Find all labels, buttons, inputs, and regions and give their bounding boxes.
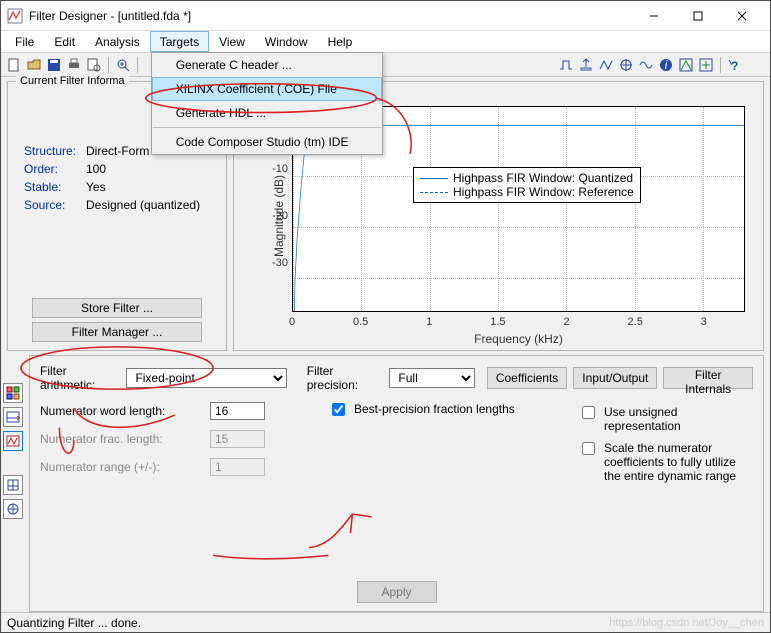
side-btn-1[interactable] [3,383,23,403]
best-precision-label: Best-precision fraction lengths [354,402,515,416]
menu-analysis[interactable]: Analysis [85,31,150,52]
numerator-range-input [210,458,265,476]
filter-precision-label: Filter precision: [307,364,384,392]
apply-button[interactable]: Apply [357,581,437,603]
app-window: Filter Designer - [untitled.fda *] File … [0,0,771,633]
ytick--10: -10 [264,163,288,175]
box-b-icon[interactable] [697,56,715,74]
best-precision-checkbox[interactable] [332,403,345,416]
numerator-frac-label: Numerator frac. length: [40,432,210,446]
app-icon [7,8,23,24]
filter-spec-icon[interactable] [557,56,575,74]
xtick-2: 2 [552,316,582,328]
info-icon[interactable]: i [657,56,675,74]
new-icon[interactable] [5,56,23,74]
filter-arithmetic-select[interactable]: Fixed-point [126,368,287,388]
xtick-2.5: 2.5 [620,316,650,328]
numerator-frac-input [210,430,265,448]
targets-dropdown: Generate C header ... XILINX Coefficient… [151,52,383,155]
close-button[interactable] [720,2,764,30]
numerator-wl-label: Numerator word length: [40,404,210,418]
side-btn-4[interactable] [3,475,23,495]
xtick-1.5: 1.5 [483,316,513,328]
menu-targets[interactable]: Targets Generate C header ... XILINX Coe… [150,31,209,52]
menu-item-ccs-ide[interactable]: Code Composer Studio (tm) IDE [152,130,382,154]
numerator-wl-input[interactable] [210,402,265,420]
order-label: Order: [24,162,86,176]
maximize-button[interactable] [676,2,720,30]
svg-text:?: ? [731,59,738,73]
save-icon[interactable] [45,56,63,74]
side-btn-2[interactable] [3,407,23,427]
toolbar: i ? [1,53,770,77]
filter-info-legend: Current Filter Informa [16,75,129,87]
scale-label: Scale the numerator coefficients to full… [604,441,753,483]
content-area: Current Filter Informa Structure: Direct… [1,77,770,612]
filter-arithmetic-label: Filter arithmetic: [40,364,120,392]
tab-filter-internals[interactable]: Filter Internals [663,367,753,389]
polezero-icon[interactable] [617,56,635,74]
ytick--30: -30 [264,257,288,269]
plot-legend[interactable]: Highpass FIR Window: Quantized Highpass … [413,167,641,203]
xtick-3: 3 [689,316,719,328]
filter-manager-button[interactable]: Filter Manager ... [32,322,202,342]
tab-input-output[interactable]: Input/Output [573,367,657,389]
stable-value: Yes [86,180,214,194]
menu-edit[interactable]: Edit [44,31,85,52]
window-title: Filter Designer - [untitled.fda *] [29,9,632,23]
legend-swatch-dash [420,192,448,193]
print-preview-icon[interactable] [85,56,103,74]
ytick--20: -20 [264,210,288,222]
side-toolbar [3,353,25,612]
menu-item-generate-hdl[interactable]: Generate HDL ... [152,101,382,125]
unsigned-checkbox[interactable] [582,406,595,419]
svg-text:i: i [665,58,668,72]
quantization-panel: Filter arithmetic: Fixed-point Filter pr… [29,355,764,612]
side-btn-5[interactable] [3,499,23,519]
magnitude-icon[interactable] [597,56,615,74]
scale-checkbox[interactable] [582,442,595,455]
tab-coefficients[interactable]: Coefficients [487,367,567,389]
status-text: Quantizing Filter ... done. [7,616,141,630]
menu-separator [153,127,381,128]
menu-window[interactable]: Window [255,31,318,52]
source-label: Source: [24,198,86,212]
structure-label: Structure: [24,144,86,158]
source-value: Designed (quantized) [86,198,214,212]
side-btn-3-selected[interactable] [3,431,23,451]
zoom-in-icon[interactable] [114,56,132,74]
store-filter-button[interactable]: Store Filter ... [32,298,202,318]
plot-xlabel: Frequency (kHz) [292,332,745,346]
menu-item-xilinx-coe[interactable]: XILINX Coefficient (.COE) File [152,77,382,101]
xtick-0.5: 0.5 [346,316,376,328]
xtick-1: 1 [414,316,444,328]
filter-precision-select[interactable]: Full [389,368,474,388]
wave-blue-icon[interactable] [637,56,655,74]
title-bar: Filter Designer - [untitled.fda *] [1,1,770,31]
status-bar: Quantizing Filter ... done. https://blog… [1,612,770,632]
legend-swatch-solid [420,178,448,179]
watermark: https://blog.csdn.net/Joy__chen [609,617,764,629]
menu-item-generate-c-header[interactable]: Generate C header ... [152,53,382,77]
numerator-range-label: Numerator range (+/-): [40,460,210,474]
help-icon[interactable]: ? [726,56,744,74]
menu-bar: File Edit Analysis Targets Generate C he… [1,31,770,53]
minimize-button[interactable] [632,2,676,30]
xtick-0: 0 [277,316,307,328]
stable-label: Stable: [24,180,86,194]
order-value: 100 [86,162,214,176]
unsigned-label: Use unsigned representation [604,405,753,433]
menu-view[interactable]: View [209,31,255,52]
box-a-icon[interactable] [677,56,695,74]
print-icon[interactable] [65,56,83,74]
menu-help[interactable]: Help [318,31,363,52]
menu-file[interactable]: File [5,31,44,52]
up-arrow-icon[interactable] [577,56,595,74]
open-icon[interactable] [25,56,43,74]
